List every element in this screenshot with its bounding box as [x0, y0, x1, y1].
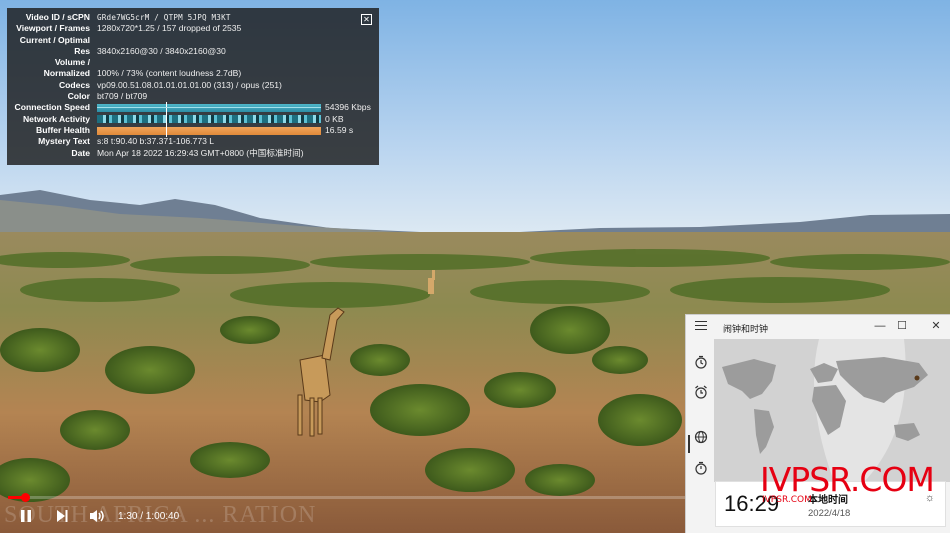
network-activity-row: Network Activity 0 KB	[13, 113, 373, 126]
volume-button[interactable]	[88, 508, 106, 524]
stats-label: Codecs	[58, 79, 90, 90]
stats-for-nerds-panel: ✕ Video ID / sCPN GRde7WG5crM / QTPM 5JPQ…	[7, 8, 379, 165]
focus-timer-icon[interactable]	[694, 355, 708, 369]
nav-selection-indicator	[688, 435, 690, 453]
buffer-health-row: Buffer Health 16.59 s	[13, 124, 373, 137]
close-button[interactable]: ✕	[926, 318, 946, 334]
minimize-button[interactable]: —	[870, 318, 890, 334]
network-activity-graph	[97, 113, 321, 126]
stats-value: 100% / 73% (content loudness 2.7dB)	[97, 68, 242, 79]
clock-app-window: 闹钟和时钟 — ☐ ✕ 16:29 本地时间 2022/4/18 ☼	[685, 314, 950, 533]
buffer-health-value: 16.59 s	[325, 124, 354, 135]
progress-scrubber-handle[interactable]	[20, 493, 30, 502]
stats-value	[97, 57, 373, 68]
next-icon	[57, 510, 68, 522]
app-title: 闹钟和时钟	[723, 324, 769, 334]
world-clock-icon[interactable]	[694, 430, 708, 444]
alarm-icon[interactable]	[694, 385, 708, 399]
video-progress-bar[interactable]	[8, 493, 686, 502]
stats-label: Video ID / sCPN	[25, 12, 90, 22]
date-value: Mon Apr 18 2022 16:29:43 GMT+0800 (中国标准时…	[97, 147, 304, 158]
stats-label: Normalized	[43, 68, 90, 79]
mystery-text-label: Mystery Text	[38, 136, 90, 147]
hamburger-menu-icon[interactable]	[695, 321, 707, 333]
site-watermark: IVPSR.COM IVPSR.COM	[760, 460, 935, 505]
volume-icon	[90, 510, 104, 522]
stats-row: Normalized 100% / 73% (content loudness 2…	[13, 68, 373, 79]
next-button[interactable]	[54, 508, 70, 524]
pause-icon	[21, 510, 31, 522]
stats-value: 1280x720*1.25 / 157 dropped of 2535	[97, 23, 242, 34]
site-watermark-text: IVPSR.COM	[760, 460, 935, 499]
network-activity-value: 0 KB	[325, 113, 344, 124]
mystery-text-row: Mystery Text s:8 t:90.40 b:37.371-106.77…	[13, 136, 373, 147]
stats-label: Color	[67, 91, 90, 102]
location-pin-icon	[914, 375, 920, 381]
stats-label: Current / Optimal	[19, 34, 90, 45]
local-date: 2022/4/18	[808, 508, 851, 519]
stats-row: Volume /	[13, 57, 373, 68]
stats-label: Volume /	[54, 57, 90, 68]
stats-label: Viewport / Frames	[16, 23, 90, 34]
stats-row: Color bt709 / bt709	[13, 91, 373, 102]
maximize-button[interactable]: ☐	[892, 318, 912, 334]
stats-row: Res 3840x2160@30 / 3840x2160@30	[13, 46, 373, 57]
site-watermark-sub: IVPSR.COM	[762, 495, 812, 505]
connection-speed-value: 54396 Kbps	[325, 102, 371, 113]
connection-speed-label: Connection Speed	[14, 102, 90, 113]
pause-button[interactable]	[18, 508, 34, 524]
buffer-health-graph	[97, 124, 321, 137]
title-bar[interactable]: 闹钟和时钟 — ☐ ✕	[686, 315, 950, 339]
stats-close-button[interactable]: ✕	[361, 14, 372, 25]
stats-row: Video ID / sCPN GRde7WG5crM / QTPM 5JPQ M…	[13, 12, 373, 23]
stats-value	[97, 35, 373, 46]
connection-speed-row: Connection Speed 54396 Kbps	[13, 102, 373, 115]
nav-rail	[686, 339, 714, 533]
stats-row: Viewport / Frames 1280x720*1.25 / 157 dro…	[13, 23, 373, 34]
date-row: Date Mon Apr 18 2022 16:29:43 GMT+0800 (…	[13, 148, 373, 159]
stats-value: vp09.00.51.08.01.01.01.01.00 (313) / opu…	[97, 79, 282, 90]
buffer-health-label: Buffer Health	[36, 124, 90, 135]
stopwatch-icon[interactable]	[694, 461, 708, 475]
connection-speed-graph	[97, 102, 321, 115]
stats-value: 3840x2160@30 / 3840x2160@30	[97, 45, 226, 56]
date-label: Date	[71, 147, 90, 158]
mystery-text-value: s:8 t:90.40 b:37.371-106.773 L	[97, 136, 215, 147]
stats-value: bt709 / bt709	[97, 91, 148, 102]
stats-row: Current / Optimal	[13, 35, 373, 46]
network-activity-label: Network Activity	[22, 113, 90, 124]
time-display: 1:30 / 1:00:40	[118, 511, 180, 522]
stats-value: GRde7WG5crM / QTPM 5JPQ M3KT	[97, 13, 231, 22]
stats-row: Codecs vp09.00.51.08.01.01.01.01.00 (313)…	[13, 80, 373, 91]
stats-label: Res	[74, 45, 90, 56]
